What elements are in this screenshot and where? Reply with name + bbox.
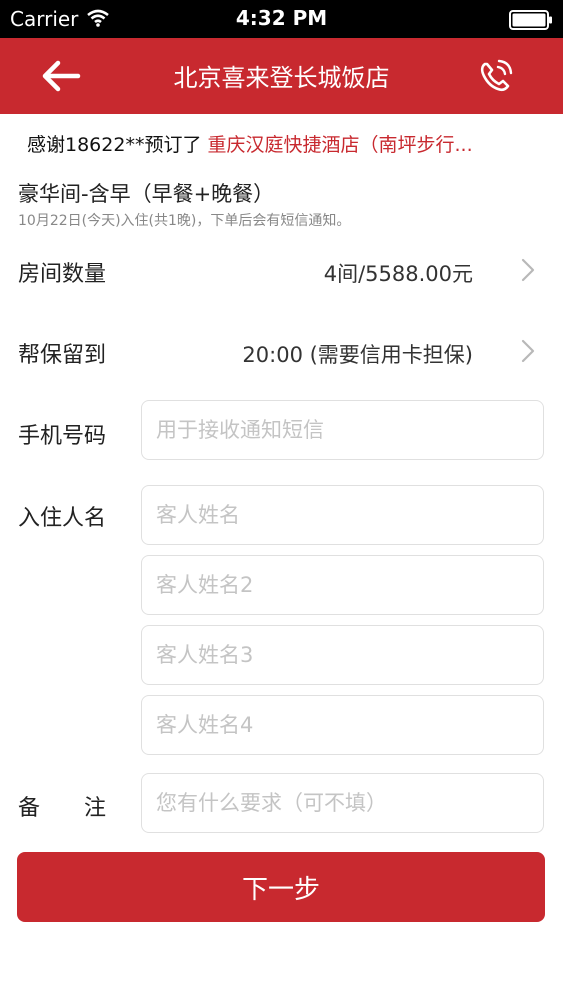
room-subtitle: 10月22日(今天)入住(共1晚)，下单后会有短信通知。 <box>18 213 351 229</box>
phone-input[interactable] <box>141 400 544 460</box>
ticker-hotel-name[interactable]: 重庆汉庭快捷酒店（南坪步行... <box>208 134 473 156</box>
battery-icon <box>509 10 553 34</box>
guest-name-input-4[interactable] <box>141 695 544 755</box>
hold-until-value: 20:00 (需要信用卡担保) <box>242 343 473 367</box>
remarks-label: 备 注 <box>18 796 107 821</box>
guest-name-input-3[interactable] <box>141 625 544 685</box>
room-count-label: 房间数量 <box>18 262 107 287</box>
status-time: 4:32 PM <box>235 6 328 30</box>
ticker-prefix: 感谢18622**预订了 <box>27 134 202 156</box>
chevron-right-icon <box>521 258 535 282</box>
remarks-input[interactable] <box>141 773 544 833</box>
phone-icon[interactable] <box>477 58 515 94</box>
guest-name-input-2[interactable] <box>141 555 544 615</box>
chevron-right-icon <box>521 339 535 363</box>
room-count-value: 4间/5588.00元 <box>323 262 473 286</box>
nav-bar: 北京喜来登长城饭店 <box>0 38 563 114</box>
page-title: 北京喜来登长城饭店 <box>173 64 390 92</box>
booking-ticker: 感谢18622**预订了 重庆汉庭快捷酒店（南坪步行... <box>27 130 557 157</box>
status-bar: Carrier 4:32 PM <box>0 0 563 38</box>
hold-until-label: 帮保留到 <box>18 343 107 368</box>
phone-label: 手机号码 <box>18 424 107 449</box>
next-step-button[interactable]: 下一步 <box>17 852 545 922</box>
guest-name-input-1[interactable] <box>141 485 544 545</box>
guest-name-label: 入住人名 <box>18 506 107 531</box>
room-title: 豪华间-含早（早餐+晚餐） <box>18 182 275 206</box>
arrow-left-icon[interactable] <box>40 58 84 94</box>
